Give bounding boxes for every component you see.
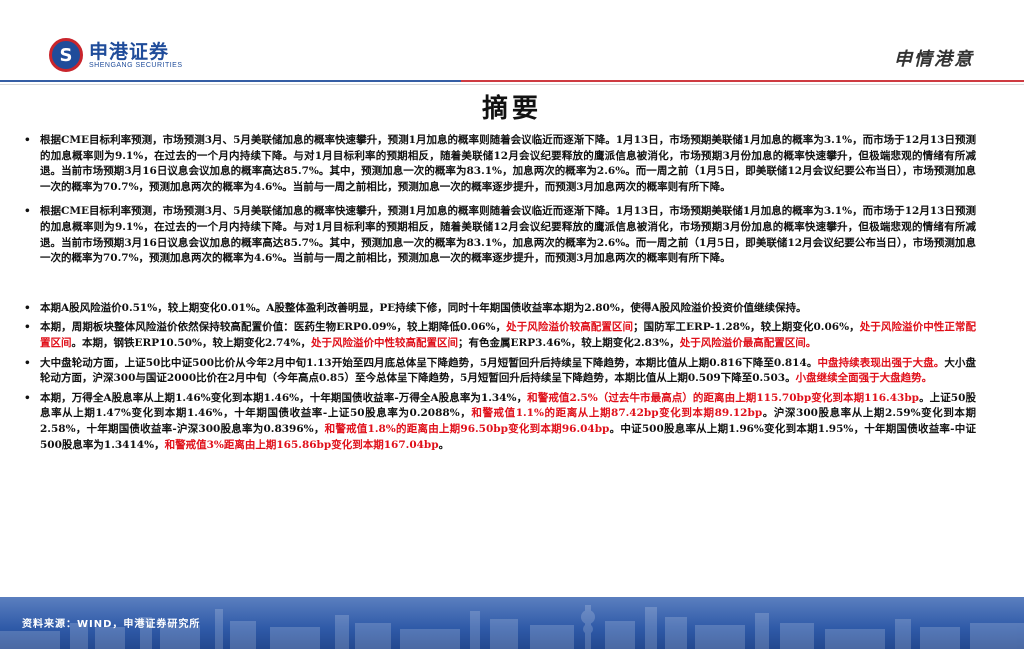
highlight-text: 和警戒值2.5%（过去牛市最高点）的距离由上期115.70bp变化到本期116.… bbox=[527, 391, 920, 404]
paragraph-text: 根据CME目标利率预测，市场预测3月、5月美联储加息的概率快速攀升，预测1月加息… bbox=[40, 134, 976, 193]
bullet-icon: • bbox=[24, 205, 31, 218]
highlight-text: 处于风险溢价较高配置区间 bbox=[506, 321, 634, 334]
highlight-text: 中盘持续表现出强于大盘。 bbox=[817, 356, 945, 369]
paragraph-text: 大中盘轮动方面，上证50比中证500比价从今年2月中旬1.13开始至四月底总体呈… bbox=[40, 356, 818, 369]
bullet-icon: • bbox=[24, 356, 31, 369]
paragraph-text: ；有色金属ERP3.46%，较上期变化2.83%， bbox=[458, 336, 680, 349]
data-source-note: 资料来源：WIND，申港证券研究所 bbox=[22, 619, 201, 630]
highlight-text: 和警戒值1.1%的距离从上期87.42bp变化到本期89.12bp bbox=[471, 407, 763, 420]
highlight-text: 和警戒值3%距离由上期165.86bp变化到本期167.04bp bbox=[164, 438, 439, 451]
paragraph-text: 本期，万得全A股息率从上期1.46%变化到本期1.46%，十年期国债收益率-万得… bbox=[40, 391, 528, 404]
paragraph-text: ；国防军工ERP-1.28%，较上期变化0.06%， bbox=[633, 321, 860, 334]
page-title: 摘要 bbox=[481, 94, 542, 124]
bullet-icon: • bbox=[24, 134, 31, 146]
summary-bullet-item: • 根据CME目标利率预测，市场预测3月、5月美联储加息的概率快速攀升，预测1月加… bbox=[24, 133, 976, 195]
page-footer: 资料来源：WIND，申港证券研究所 bbox=[0, 597, 1024, 649]
summary-bullet-item: • 大中盘轮动方面，上证50比中证500比价从今年2月中旬1.13开始至四月底总体… bbox=[24, 356, 976, 387]
paragraph-text: 根据CME目标利率预测，市场预测3月、5月美联储加息的概率快速攀升，预测1月加息… bbox=[40, 205, 976, 265]
summary-bullet-item: • 根据CME目标利率预测，市场预测3月、5月美联储加息的概率快速攀升，预测1月加… bbox=[24, 204, 976, 266]
highlight-text: 小盘继续全面强于大盘趋势。 bbox=[795, 372, 933, 385]
summary-content: • 根据CME目标利率预测，市场预测3月、5月美联储加息的概率快速攀升，预测1月加… bbox=[24, 133, 976, 457]
logo-text: 申港证券 SHENGANG SECURITIES bbox=[89, 42, 183, 69]
summary-bullet-item: • 本期A股风险溢价0.51%，较上期变化0.01%。A股整体盈利改善明显，PE持… bbox=[24, 301, 976, 317]
bullet-icon: • bbox=[24, 321, 31, 334]
bullet-icon: • bbox=[24, 391, 31, 404]
logo-name-cn: 申港证券 bbox=[89, 40, 170, 63]
paragraph-text: 本期A股风险溢价0.51%，较上期变化0.01%。A股整体盈利改善明显，PE持续… bbox=[40, 301, 807, 314]
header-divider bbox=[0, 80, 1024, 82]
highlight-text: 处于风险溢价最高配置区间。 bbox=[679, 336, 817, 349]
logo-emblem-icon: S bbox=[49, 38, 83, 72]
highlight-text: 和警戒值1.8%的距离由上期96.50bp变化到本期96.04bp bbox=[324, 422, 610, 435]
page-header: S 申港证券 SHENGANG SECURITIES 申情港意 bbox=[0, 0, 1024, 85]
brand-slogan: 申情港意 bbox=[894, 49, 974, 70]
paragraph-text: 。 bbox=[438, 438, 450, 451]
summary-bullet-item: • 本期，万得全A股息率从上期1.46%变化到本期1.46%，十年期国债收益率-万… bbox=[24, 391, 976, 453]
bullet-icon: • bbox=[24, 301, 31, 314]
header-divider-thin bbox=[0, 84, 1024, 85]
summary-bullet-item: • 本期，周期板块整体风险溢价依然保持较高配置价值：医药生物ERP0.09%，较上… bbox=[24, 320, 976, 351]
logo-name-en: SHENGANG SECURITIES bbox=[89, 61, 183, 69]
paragraph-text: 本期，周期板块整体风险溢价依然保持较高配置价值：医药生物ERP0.09%，较上期… bbox=[40, 321, 507, 334]
paragraph-text: 。本期，钢铁ERP10.50%，较上期变化2.74%， bbox=[71, 336, 312, 349]
company-logo: S 申港证券 SHENGANG SECURITIES bbox=[49, 38, 183, 72]
logo-mark-letter: S bbox=[59, 44, 73, 66]
highlight-text: 处于风险溢价中性较高配置区间 bbox=[311, 336, 459, 349]
